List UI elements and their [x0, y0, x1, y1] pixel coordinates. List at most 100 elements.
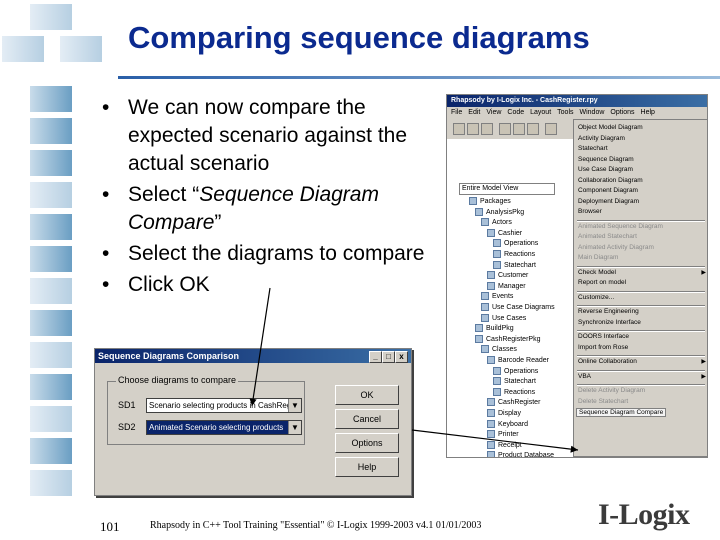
save-icon[interactable] — [481, 123, 493, 135]
menu-view[interactable]: View — [486, 109, 501, 116]
tools-menu-item[interactable]: Import from Rose — [578, 344, 628, 351]
tree-node[interactable]: Receipt — [487, 440, 522, 449]
folder-icon — [493, 387, 501, 396]
tree-node[interactable]: Statechart — [493, 377, 536, 386]
menu-code[interactable]: Code — [507, 109, 524, 116]
tree-node[interactable]: Actors — [481, 218, 512, 227]
tools-menu-item[interactable]: Sequence Diagram — [578, 156, 634, 163]
sidebar-tile — [30, 214, 72, 240]
tools-menu-item[interactable]: Check Model — [578, 269, 616, 276]
folder-icon — [493, 366, 501, 375]
tree-node[interactable]: Reactions — [493, 250, 535, 258]
tree-node[interactable]: Statechart — [493, 260, 536, 269]
tools-menu-item[interactable]: Browser — [578, 208, 602, 215]
tree-node[interactable]: AnalysisPkg — [475, 207, 525, 216]
tree-node[interactable]: Events — [481, 292, 513, 301]
cancel-button[interactable]: Cancel — [335, 409, 399, 429]
sidebar-tile — [30, 278, 72, 304]
diagram-choice-group: Choose diagrams to compare SD1 Scenario … — [107, 375, 305, 445]
tree-node[interactable]: Manager — [487, 281, 526, 290]
submenu-arrow-icon: ▶ — [701, 373, 706, 380]
tree-node[interactable]: Customer — [487, 271, 528, 280]
ok-button[interactable]: OK — [335, 385, 399, 405]
tools-menu-item[interactable]: Object Model Diagram — [578, 124, 643, 131]
new-file-icon[interactable] — [453, 123, 465, 135]
app-menubar: File Edit View Code Layout Tools Window Options… — [447, 107, 707, 119]
tools-menu-item[interactable]: Main Diagram — [578, 254, 618, 261]
tools-menu-item[interactable]: VBA — [578, 373, 591, 380]
tree-node[interactable]: CashRegister — [487, 398, 540, 407]
tree-node-label: Actors — [492, 219, 512, 227]
tree-node[interactable]: Display — [487, 409, 521, 417]
tree-node[interactable]: BuildPkg — [475, 324, 514, 333]
tools-menu-item[interactable]: Statechart — [578, 145, 608, 152]
tree-node-label: AnalysisPkg — [486, 208, 525, 216]
menu-window[interactable]: Window — [580, 109, 605, 116]
tree-node[interactable]: CashRegisterPkg — [475, 334, 540, 343]
minimize-button[interactable]: _ — [369, 351, 382, 363]
folder-icon — [475, 207, 483, 216]
folder-icon — [487, 409, 495, 417]
folder-icon — [481, 218, 489, 227]
maximize-button[interactable]: □ — [382, 351, 395, 363]
menu-file[interactable]: File — [451, 109, 462, 116]
tree-node[interactable]: Classes — [481, 345, 517, 354]
tools-menu-item[interactable]: Reverse Engineering — [578, 308, 639, 315]
tree-node[interactable]: Cashier — [487, 228, 522, 237]
cut-icon[interactable] — [499, 123, 511, 135]
tools-menu-item[interactable]: Customize... — [578, 294, 614, 301]
print-icon[interactable] — [545, 123, 557, 135]
tools-menu-item[interactable]: Component Diagram — [578, 187, 638, 194]
tools-menu-item[interactable]: Use Case Diagram — [578, 166, 633, 173]
menu-help[interactable]: Help — [641, 109, 655, 116]
tree-node[interactable]: Keyboard — [487, 419, 528, 428]
view-selector[interactable]: Entire Model View — [459, 183, 555, 195]
sd2-select[interactable]: Animated Scenario selecting products ▼ — [146, 420, 302, 435]
tools-menu-item[interactable]: Delete Statechart — [578, 398, 628, 405]
tools-menu-item[interactable]: Activity Diagram — [578, 135, 625, 142]
menu-tools[interactable]: Tools — [557, 109, 573, 116]
tools-menu-item[interactable]: Animated Statechart — [578, 233, 637, 240]
tree-node[interactable]: Reactions — [493, 387, 535, 396]
copy-icon[interactable] — [513, 123, 525, 135]
folder-icon — [487, 419, 495, 428]
tree-node[interactable]: Product Database — [487, 451, 554, 457]
tools-menu-item[interactable]: Collaboration Diagram — [578, 177, 643, 184]
tools-menu-item[interactable]: Online Collaboration — [578, 358, 637, 365]
tree-node[interactable]: Operations — [493, 366, 538, 375]
menu-separator — [577, 219, 705, 222]
chevron-down-icon[interactable]: ▼ — [288, 399, 301, 412]
sidebar-tile — [30, 438, 72, 464]
tools-menu-item[interactable]: Animated Activity Diagram — [578, 244, 654, 251]
tools-menu-item[interactable]: Deployment Diagram — [578, 198, 639, 205]
menu-options[interactable]: Options — [610, 109, 634, 116]
tools-menu-item[interactable]: Report on model — [578, 279, 626, 286]
tree-node[interactable]: Use Case Diagrams — [481, 303, 555, 311]
paste-icon[interactable] — [527, 123, 539, 135]
bullet-text: We can now compare the expected scenario… — [128, 96, 408, 175]
tools-menu-item[interactable]: Synchronize Interface — [578, 319, 641, 326]
folder-icon — [481, 303, 489, 311]
tools-menu-item[interactable]: DOORS Interface — [578, 333, 629, 340]
tree-node[interactable]: Printer — [487, 430, 519, 439]
tools-menu-item[interactable]: Delete Activity Diagram — [578, 387, 645, 394]
folder-icon — [487, 228, 495, 237]
page-number: 101 — [100, 519, 120, 534]
sd1-select[interactable]: Scenario selecting products in CashReg ▼ — [146, 398, 302, 413]
tree-node[interactable]: Barcode Reader — [487, 356, 549, 364]
tree-node[interactable]: Packages — [469, 197, 511, 205]
tree-node[interactable]: Operations — [493, 239, 538, 248]
close-button[interactable]: x — [395, 351, 408, 363]
menu-layout[interactable]: Layout — [530, 109, 551, 116]
options-button[interactable]: Options — [335, 433, 399, 453]
open-folder-icon[interactable] — [467, 123, 479, 135]
menu-separator — [577, 290, 705, 293]
tools-menu-item[interactable]: Animated Sequence Diagram — [578, 223, 663, 230]
tools-menu-item[interactable]: Sequence Diagram Compare — [576, 408, 667, 417]
folder-icon — [487, 430, 495, 439]
help-button[interactable]: Help — [335, 457, 399, 477]
chevron-down-icon[interactable]: ▼ — [288, 421, 301, 434]
menu-edit[interactable]: Edit — [468, 109, 480, 116]
tree-node[interactable]: Use Cases — [481, 313, 526, 322]
tree-node-label: Printer — [498, 431, 519, 439]
